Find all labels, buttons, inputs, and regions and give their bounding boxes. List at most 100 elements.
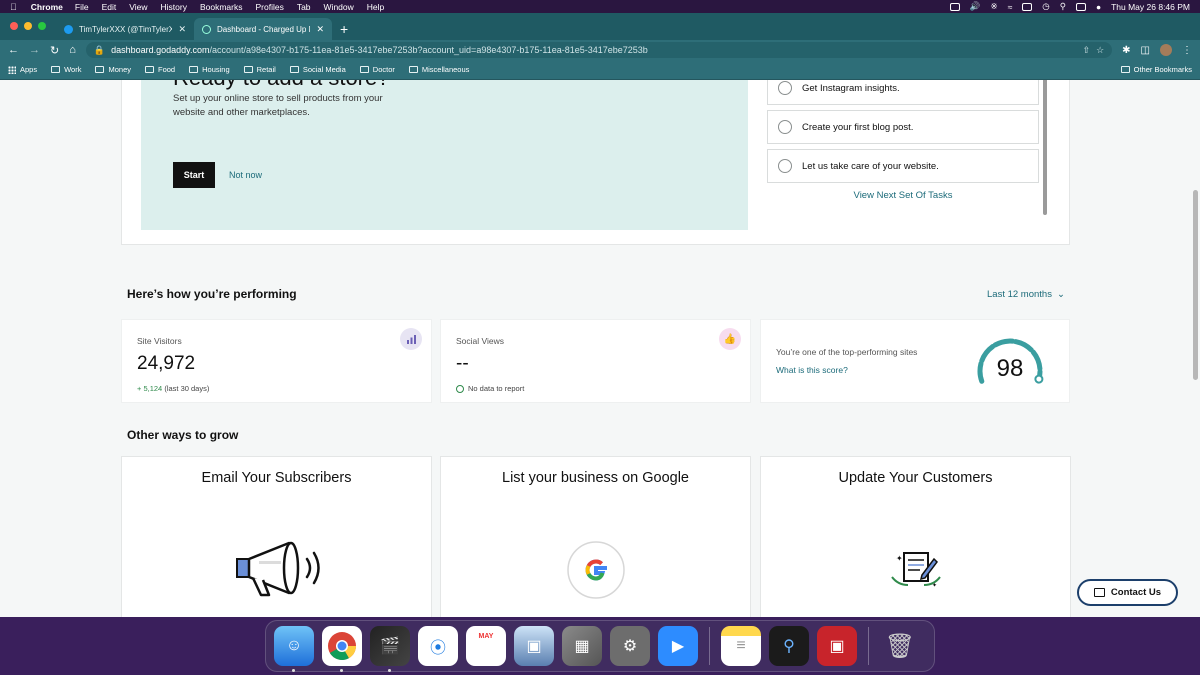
store-promo-description: Set up your online store to sell product… xyxy=(173,93,383,118)
close-tab-icon[interactable]: ✕ xyxy=(316,24,324,35)
svg-text:✦: ✦ xyxy=(896,554,903,563)
new-tab-button[interactable]: + xyxy=(340,21,348,37)
launchpad-icon[interactable]: ▦ xyxy=(562,626,602,666)
close-tab-icon[interactable]: ✕ xyxy=(178,24,186,35)
contact-us-label: Contact Us xyxy=(1110,587,1162,598)
task-item[interactable]: Create your first blog post. xyxy=(767,110,1039,144)
menu-tab[interactable]: Tab xyxy=(297,2,311,12)
system-preferences-icon[interactable]: ⚙ xyxy=(610,626,650,666)
folder-icon xyxy=(145,66,154,73)
bookmark-star-icon[interactable]: ☆ xyxy=(1096,45,1104,56)
zoom-icon[interactable]: ▶ xyxy=(658,626,698,666)
grow-card-update[interactable]: Update Your Customers ✦ ✦ xyxy=(760,456,1071,617)
bookmark-label: Social Media xyxy=(302,65,346,74)
menu-window[interactable]: Window xyxy=(324,2,354,12)
grow-section-title: Other ways to grow xyxy=(127,428,239,442)
final-cut-pro-icon[interactable]: 🎬 xyxy=(370,626,410,672)
volume-icon[interactable]: 🔊 xyxy=(970,1,981,12)
back-icon[interactable]: ← xyxy=(8,44,19,56)
notes-icon[interactable]: ≡ xyxy=(721,626,761,666)
menu-history[interactable]: History xyxy=(161,2,187,12)
display-icon[interactable] xyxy=(949,2,960,11)
forward-icon[interactable]: → xyxy=(29,44,40,56)
page-scrollbar[interactable] xyxy=(1193,190,1198,380)
battery-icon[interactable] xyxy=(1022,2,1033,11)
dashboard-page: Ready to add a store? Set up your online… xyxy=(0,80,1200,617)
menu-file[interactable]: File xyxy=(75,2,89,12)
share-icon[interactable]: ⇧ xyxy=(1083,45,1091,56)
bookmark-folder-housing[interactable]: Housing xyxy=(189,65,230,74)
folder-icon xyxy=(243,66,253,73)
menu-view[interactable]: View xyxy=(129,2,147,12)
home-icon[interactable]: ⌂ xyxy=(69,44,76,56)
extensions-icon[interactable]: ✱ xyxy=(1122,45,1130,56)
grow-card-title: Email Your Subscribers xyxy=(201,470,352,486)
bookmark-folder-miscellaneous[interactable]: Miscellaneous xyxy=(408,65,469,74)
minimize-window-button[interactable] xyxy=(24,22,32,30)
calendar-icon[interactable]: MAY 26 xyxy=(466,626,506,666)
address-bar[interactable]: 🔒 dashboard.godaddy.com/account/a98e4307… xyxy=(85,42,1113,58)
siri-icon[interactable]: ● xyxy=(1096,2,1101,12)
lock-icon[interactable]: 🔒 xyxy=(94,45,105,56)
start-button[interactable]: Start xyxy=(173,162,215,188)
view-next-tasks-link[interactable]: View Next Set Of Tasks xyxy=(767,190,1039,201)
safari-icon[interactable]: ⦿ xyxy=(418,626,458,666)
calendar-day: 26 xyxy=(474,638,498,661)
task-item[interactable]: Let us take care of your website. xyxy=(767,149,1039,183)
bookmark-apps[interactable]: Apps xyxy=(8,65,37,74)
clock-icon[interactable]: ◷ xyxy=(1042,1,1049,12)
menu-kebab-icon[interactable]: ⋮ xyxy=(1182,45,1192,56)
site-visitors-delta: + 5,124 xyxy=(137,384,163,393)
task-checkbox[interactable] xyxy=(778,120,792,134)
task-item[interactable]: Get Instagram insights. xyxy=(767,80,1039,105)
bookmark-folder-work[interactable]: Work xyxy=(51,65,81,74)
bookmark-label: Apps xyxy=(20,65,38,74)
not-now-link[interactable]: Not now xyxy=(229,170,262,180)
spotlight-icon[interactable]: ⚲ xyxy=(1060,1,1066,12)
bookmark-folder-retail[interactable]: Retail xyxy=(243,65,276,74)
menu-profiles[interactable]: Profiles xyxy=(255,2,283,12)
zoom-window-button[interactable] xyxy=(38,22,46,30)
task-list-scrollbar[interactable] xyxy=(1043,80,1047,215)
menu-app-name[interactable]: Chrome xyxy=(31,2,63,12)
folder-icon xyxy=(359,66,369,73)
grow-card-google[interactable]: List your business on Google xyxy=(440,456,751,617)
menu-help[interactable]: Help xyxy=(367,2,384,12)
site-visitors-label: Site Visitors xyxy=(137,336,182,346)
twitter-icon xyxy=(64,24,73,34)
close-window-button[interactable] xyxy=(10,22,18,30)
side-panel-icon[interactable]: ◫ xyxy=(1141,45,1150,56)
task-checkbox[interactable] xyxy=(778,81,792,95)
quicktime-icon[interactable]: ⚲ xyxy=(769,626,809,666)
contact-us-button[interactable]: Contact Us xyxy=(1077,579,1178,606)
tab-twitter[interactable]: TimTylerXXX (@TimTylerXXX) / ✕ xyxy=(56,18,194,40)
grow-card-email[interactable]: Email Your Subscribers xyxy=(121,456,432,617)
bookmark-folder-social-media[interactable]: Social Media xyxy=(289,65,346,74)
bookmark-folder-other[interactable]: Other Bookmarks xyxy=(1120,65,1192,74)
trash-icon[interactable]: 🗑 xyxy=(880,626,920,666)
bluetooth-icon[interactable]: ※ xyxy=(991,1,998,12)
chrome-icon[interactable] xyxy=(322,626,362,672)
wifi-icon[interactable]: ≈ xyxy=(1008,2,1013,12)
bookmark-folder-doctor[interactable]: Doctor xyxy=(359,65,395,74)
reload-icon[interactable]: ↻ xyxy=(50,44,59,57)
what-is-score-link[interactable]: What is this score? xyxy=(776,365,848,375)
finder-icon[interactable]: ☺ xyxy=(274,626,314,672)
preview-icon[interactable]: ▣ xyxy=(514,626,554,666)
tab-strip: TimTylerXXX (@TimTylerXXX) / ✕ Dashboard… xyxy=(0,13,1200,40)
task-checkbox[interactable] xyxy=(778,159,792,173)
profile-avatar[interactable] xyxy=(1160,44,1172,56)
bookmark-folder-money[interactable]: Money xyxy=(95,65,131,74)
macos-menubar:  Chrome File Edit View History Bookmark… xyxy=(0,0,1200,13)
bookmark-label: Other Bookmarks xyxy=(1133,65,1192,74)
site-visitors-card: Site Visitors 24,972 + 5,124 (last 30 da… xyxy=(121,319,432,403)
bookmark-folder-food[interactable]: Food xyxy=(145,65,175,74)
menubar-datetime[interactable]: Thu May 26 8:46 PM xyxy=(1111,2,1190,12)
photo-booth-icon[interactable]: ▣ xyxy=(817,626,857,666)
apple-icon[interactable]:  xyxy=(10,2,17,12)
menu-bookmarks[interactable]: Bookmarks xyxy=(200,2,243,12)
menu-edit[interactable]: Edit xyxy=(102,2,117,12)
tab-dashboard[interactable]: Dashboard - Charged Up Medi ✕ xyxy=(194,18,332,40)
time-range-dropdown[interactable]: Last 12 months ⌄ xyxy=(987,289,1065,300)
control-center-icon[interactable] xyxy=(1075,2,1086,11)
